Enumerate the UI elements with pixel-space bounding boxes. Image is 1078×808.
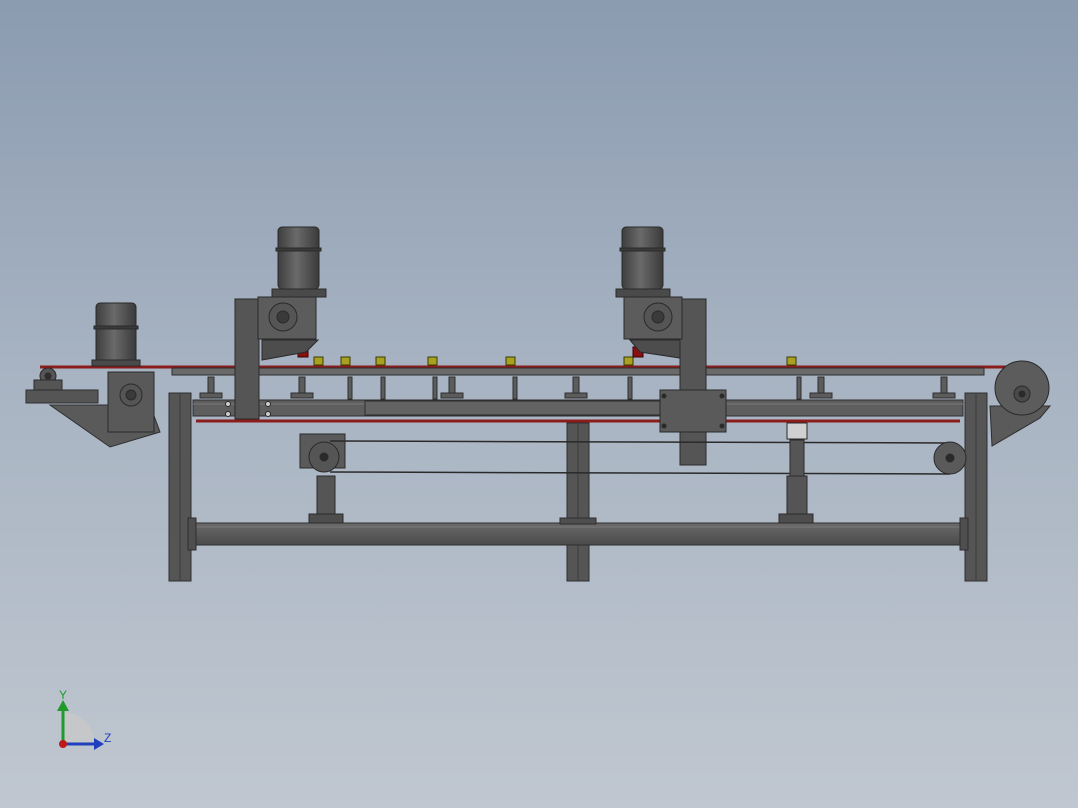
lower-drive-assembly [299, 422, 967, 524]
lower-cross-beam [187, 517, 969, 551]
right-tail-pulley [994, 360, 1050, 416]
3d-viewport[interactable]: Y Z [0, 0, 1078, 808]
yellow-rollers [313, 356, 797, 366]
belt-support-posts [199, 376, 956, 400]
red-brackets [297, 346, 644, 358]
grinding-head-2 [615, 226, 727, 466]
grinding-head-1 [234, 226, 327, 420]
conveyor-machine-model[interactable] [0, 0, 1078, 808]
